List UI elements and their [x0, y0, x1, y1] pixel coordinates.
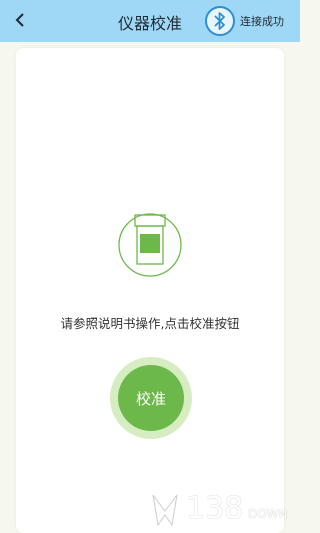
watermark: 138 DOWN — [150, 491, 298, 529]
watermark-logo-icon — [152, 494, 178, 527]
content-card — [16, 48, 284, 533]
watermark-number: 138 — [186, 491, 244, 526]
instruction-text: 请参照说明书操作,点击校准按钮 — [60, 316, 240, 331]
connection-status: 连接成功 — [240, 15, 284, 28]
calibrate-button[interactable]: 校准 — [118, 365, 184, 431]
bluetooth-button[interactable] — [205, 6, 235, 36]
bluetooth-icon — [214, 12, 225, 30]
watermark-suffix: DOWN — [248, 507, 288, 521]
top-bar: 仪器校准 连接成功 — [0, 0, 300, 42]
test-device-icon — [118, 213, 182, 277]
